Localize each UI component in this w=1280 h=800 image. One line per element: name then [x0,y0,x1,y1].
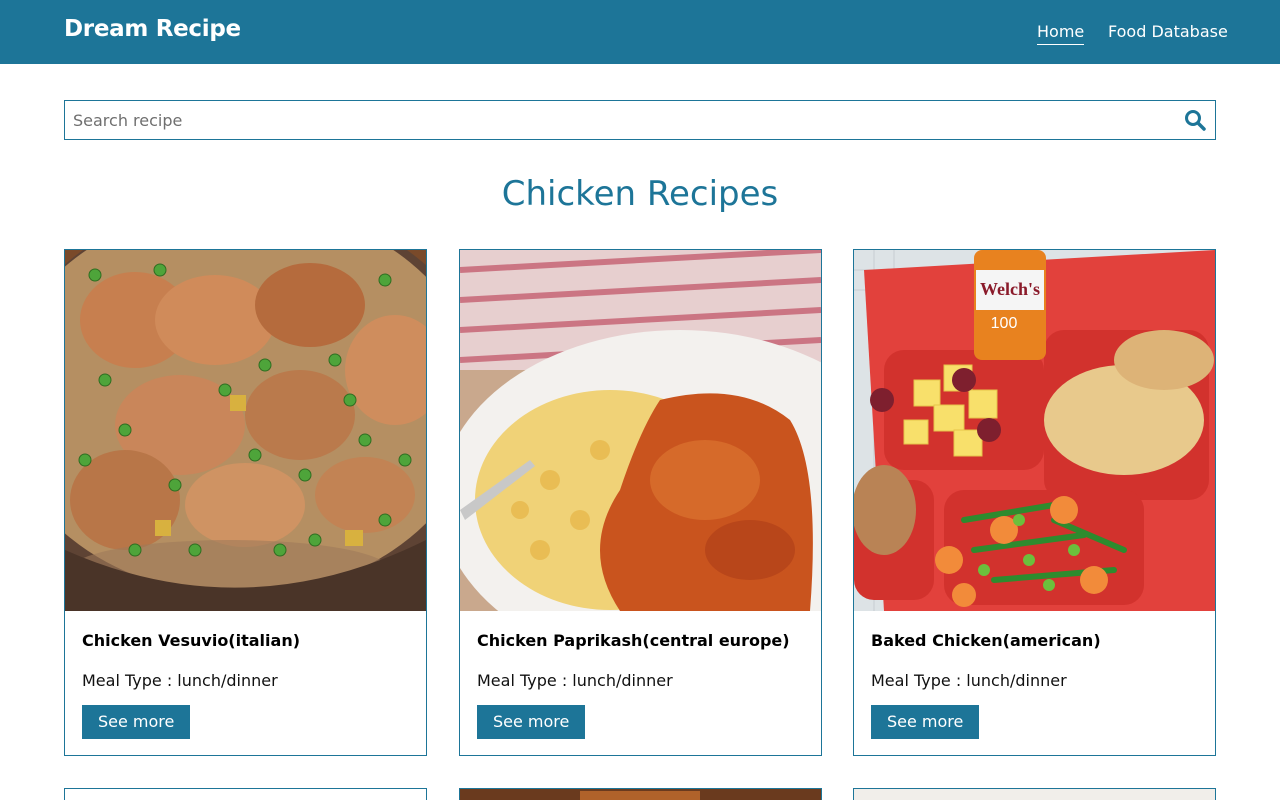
see-more-button[interactable]: See more [82,705,191,739]
search-bar [64,100,1216,140]
nav-link-home[interactable]: Home [1037,22,1085,45]
recipe-image-chicken-paprikash[interactable] [460,250,821,611]
recipe-image-baked-chicken[interactable]: Welch's 100 [854,250,1215,611]
recipe-card-partial [459,788,822,800]
svg-text:100: 100 [991,315,1018,332]
recipe-image-chicken-vesuvio[interactable] [65,250,426,611]
top-navbar: Dream Recipe Home Food Database [0,0,1280,64]
svg-text:Welch's: Welch's [980,279,1040,299]
see-more-button[interactable]: See more [477,705,586,739]
recipe-meal-type: Meal Type : lunch/dinner [82,671,278,690]
recipe-card: Welch's 100 Baked Chicken(american) Meal… [853,249,1216,756]
see-more-button[interactable]: See more [871,705,980,739]
recipe-title: Baked Chicken(american) [871,631,1101,650]
page-title: Chicken Recipes [501,174,779,214]
nav-link-food-database[interactable]: Food Database [1108,22,1228,44]
recipe-card-partial [853,788,1216,800]
recipe-meal-type: Meal Type : lunch/dinner [477,671,673,690]
recipe-card-partial [64,788,427,800]
recipe-meal-type: Meal Type : lunch/dinner [871,671,1067,690]
recipe-title: Chicken Vesuvio(italian) [82,631,301,650]
recipe-card: Chicken Paprikash(central europe) Meal T… [459,249,822,756]
search-icon[interactable] [1183,108,1207,132]
search-input[interactable] [65,101,1165,139]
brand-logo[interactable]: Dream Recipe [64,16,241,42]
recipe-title: Chicken Paprikash(central europe) [477,631,790,650]
recipe-card: Chicken Vesuvio(italian) Meal Type : lun… [64,249,427,756]
